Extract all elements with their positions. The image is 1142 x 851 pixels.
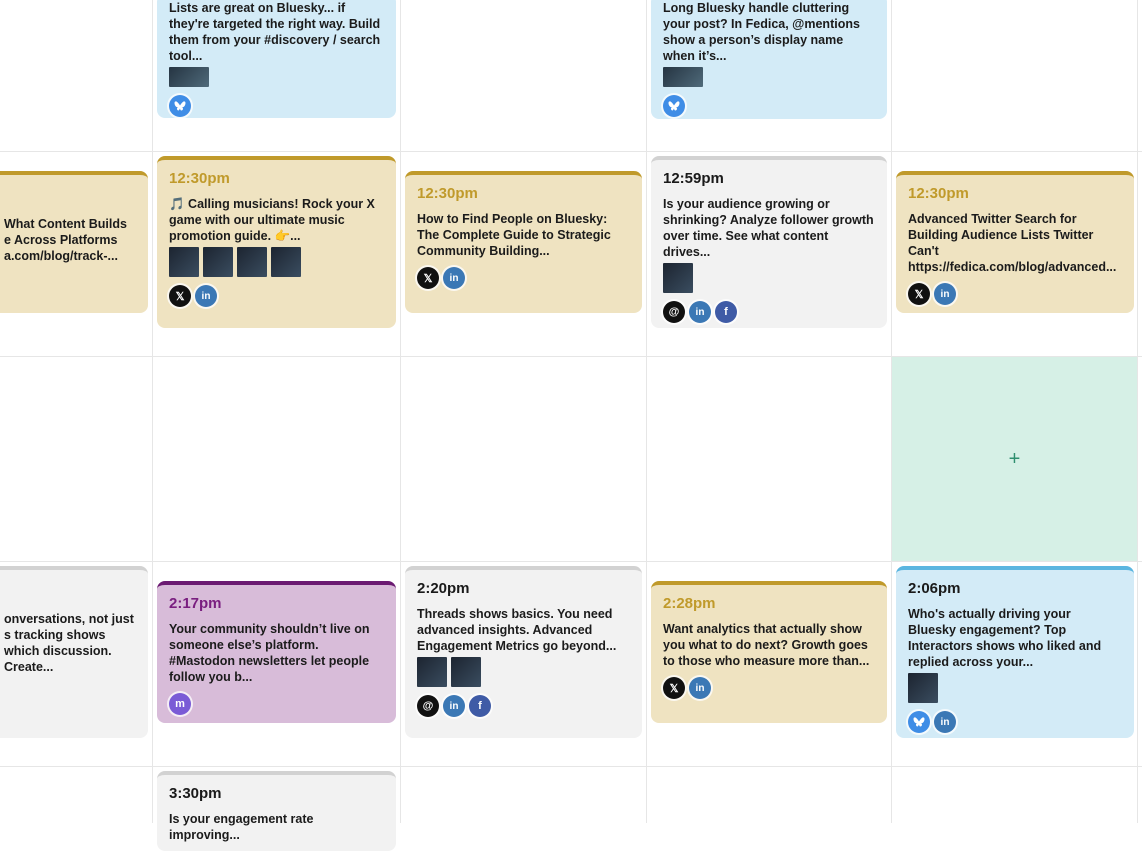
post-text: onversations, not just s tracking shows … <box>4 612 134 674</box>
post-card[interactable]: 2:06pm Who's actually driving your Blues… <box>896 566 1134 738</box>
post-card[interactable]: 2:28pm Want analytics that actually show… <box>651 581 887 723</box>
post-card[interactable]: 3:30pm Is your engagement rate improving… <box>157 771 396 851</box>
post-card[interactable]: 12:30pm 🎵 Calling musicians! Rock your X… <box>157 156 396 328</box>
linkedin-icon: in <box>195 285 217 307</box>
post-card[interactable]: 12:30pm Advanced Twitter Search for Buil… <box>896 171 1134 313</box>
post-time: 12:59pm <box>663 170 724 187</box>
post-text: Your community shouldn’t live on someone… <box>169 622 370 684</box>
post-card[interactable]: What Content Builds e Across Platforms a… <box>0 171 148 313</box>
bluesky-icon <box>908 711 930 733</box>
post-text: Threads shows basics. You need advanced … <box>417 607 617 653</box>
post-time: 3:30pm <box>169 785 222 802</box>
add-post-cell[interactable]: + <box>892 357 1137 561</box>
post-thumbnail <box>169 67 209 87</box>
post-text: Who's actually driving your Bluesky enga… <box>908 607 1102 669</box>
linkedin-icon: in <box>689 677 711 699</box>
threads-icon: @ <box>417 695 439 717</box>
linkedin-icon: in <box>934 283 956 305</box>
post-text: Lists are great on Bluesky... if they're… <box>169 1 381 63</box>
row-divider <box>0 151 1142 152</box>
post-text: Is your audience growing or shrinking? A… <box>663 197 874 259</box>
post-text: Long Bluesky handle cluttering your post… <box>663 1 860 63</box>
row-divider <box>0 561 1142 562</box>
post-text: Is your engagement rate improving... <box>169 812 314 842</box>
x-icon: 𝕏 <box>417 267 439 289</box>
post-text: Advanced Twitter Search for Building Aud… <box>908 212 1117 274</box>
post-thumbnail <box>271 247 301 277</box>
x-icon: 𝕏 <box>663 677 685 699</box>
linkedin-icon: in <box>934 711 956 733</box>
post-card[interactable]: Long Bluesky handle cluttering your post… <box>651 0 887 119</box>
linkedin-icon: in <box>443 695 465 717</box>
post-card[interactable]: 2:20pm Threads shows basics. You need ad… <box>405 566 642 738</box>
post-thumbnail <box>663 67 703 87</box>
post-time: 2:06pm <box>908 580 961 597</box>
post-thumbnail <box>169 247 199 277</box>
linkedin-icon: in <box>443 267 465 289</box>
post-time: 12:30pm <box>417 185 478 202</box>
post-time: 12:30pm <box>169 170 230 187</box>
post-card[interactable]: 12:30pm How to Find People on Bluesky: T… <box>405 171 642 313</box>
bluesky-icon <box>663 95 685 117</box>
bluesky-icon <box>169 95 191 117</box>
column-divider <box>152 0 153 823</box>
x-icon: 𝕏 <box>169 285 191 307</box>
post-time: 2:20pm <box>417 580 470 597</box>
post-time: 2:17pm <box>169 595 222 612</box>
post-text: What Content Builds e Across Platforms a… <box>4 217 127 263</box>
post-thumbnail <box>451 657 481 687</box>
row-divider <box>0 766 1142 767</box>
post-text: Want analytics that actually show you wh… <box>663 622 870 668</box>
post-thumbnail <box>417 657 447 687</box>
column-divider <box>1137 0 1138 823</box>
post-time: 2:28pm <box>663 595 716 612</box>
threads-icon: @ <box>663 301 685 323</box>
post-time: 12:30pm <box>908 185 969 202</box>
post-card[interactable]: 12:59pm Is your audience growing or shri… <box>651 156 887 328</box>
post-card[interactable]: 2:17pm Your community shouldn’t live on … <box>157 581 396 723</box>
x-icon: 𝕏 <box>908 283 930 305</box>
post-card[interactable]: onversations, not just s tracking shows … <box>0 566 148 738</box>
post-text: 🎵 Calling musicians! Rock your X game wi… <box>169 197 375 243</box>
plus-icon: + <box>1008 447 1021 470</box>
column-divider <box>646 0 647 823</box>
column-divider <box>400 0 401 823</box>
linkedin-icon: in <box>689 301 711 323</box>
post-text: How to Find People on Bluesky: The Compl… <box>417 212 611 258</box>
post-thumbnail <box>908 673 938 703</box>
facebook-icon: f <box>715 301 737 323</box>
mastodon-icon: m <box>169 693 191 715</box>
post-thumbnail <box>203 247 233 277</box>
post-thumbnail <box>237 247 267 277</box>
post-thumbnail <box>663 263 693 293</box>
post-card[interactable]: Lists are great on Bluesky... if they're… <box>157 0 396 118</box>
facebook-icon: f <box>469 695 491 717</box>
